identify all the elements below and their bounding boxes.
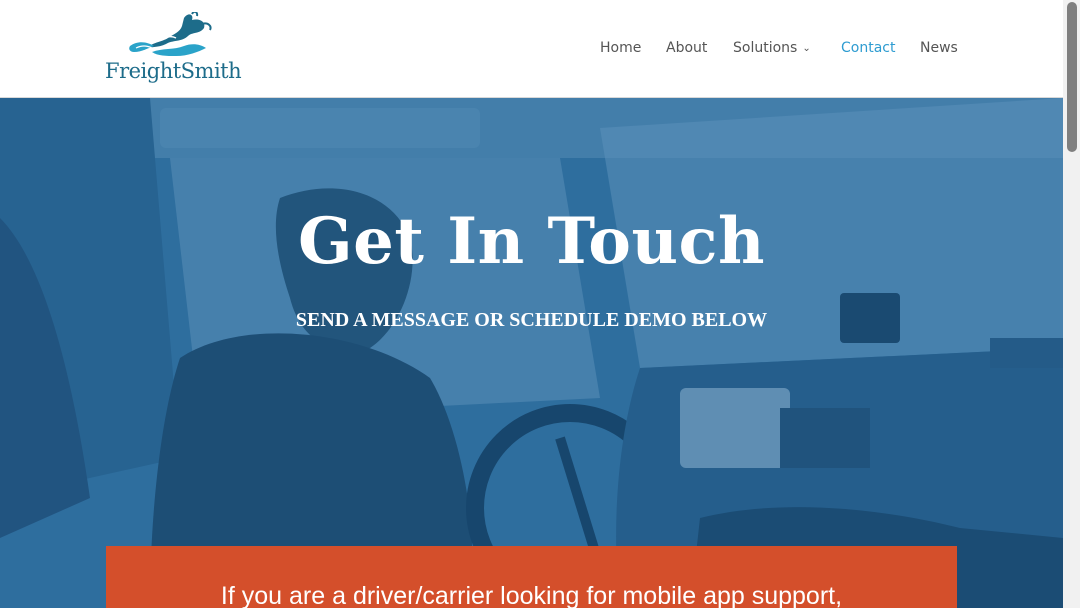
hero-subtitle: SEND A MESSAGE OR SCHEDULE DEMO BELOW (295, 309, 768, 331)
nav-solutions[interactable]: Solutions ⌄ (733, 40, 811, 56)
nav-home[interactable]: Home (600, 40, 641, 56)
driver-support-banner: If you are a driver/carrier looking for … (106, 546, 957, 608)
chevron-down-icon: ⌄ (802, 43, 811, 54)
brand-name: FreightSmith (105, 59, 242, 83)
brand-logo[interactable]: FreightSmith (104, 12, 246, 88)
hero-color-overlay (0, 98, 1063, 608)
banner-text: If you are a driver/carrier looking for … (220, 582, 843, 608)
site-header: FreightSmith Home About Solutions ⌄ Conta… (0, 0, 1063, 98)
page-scrollbar[interactable] (1063, 0, 1080, 608)
nav-contact[interactable]: Contact (841, 40, 895, 56)
scrollbar-thumb[interactable] (1067, 2, 1077, 152)
nav-news[interactable]: News (920, 40, 958, 56)
hero-section: Get In Touch SEND A MESSAGE OR SCHEDULE … (0, 98, 1063, 608)
page-title: Get In Touch (298, 204, 765, 279)
nav-about[interactable]: About (666, 40, 707, 56)
rabbit-logo-icon (129, 12, 212, 56)
nav-solutions-label: Solutions (733, 40, 798, 56)
